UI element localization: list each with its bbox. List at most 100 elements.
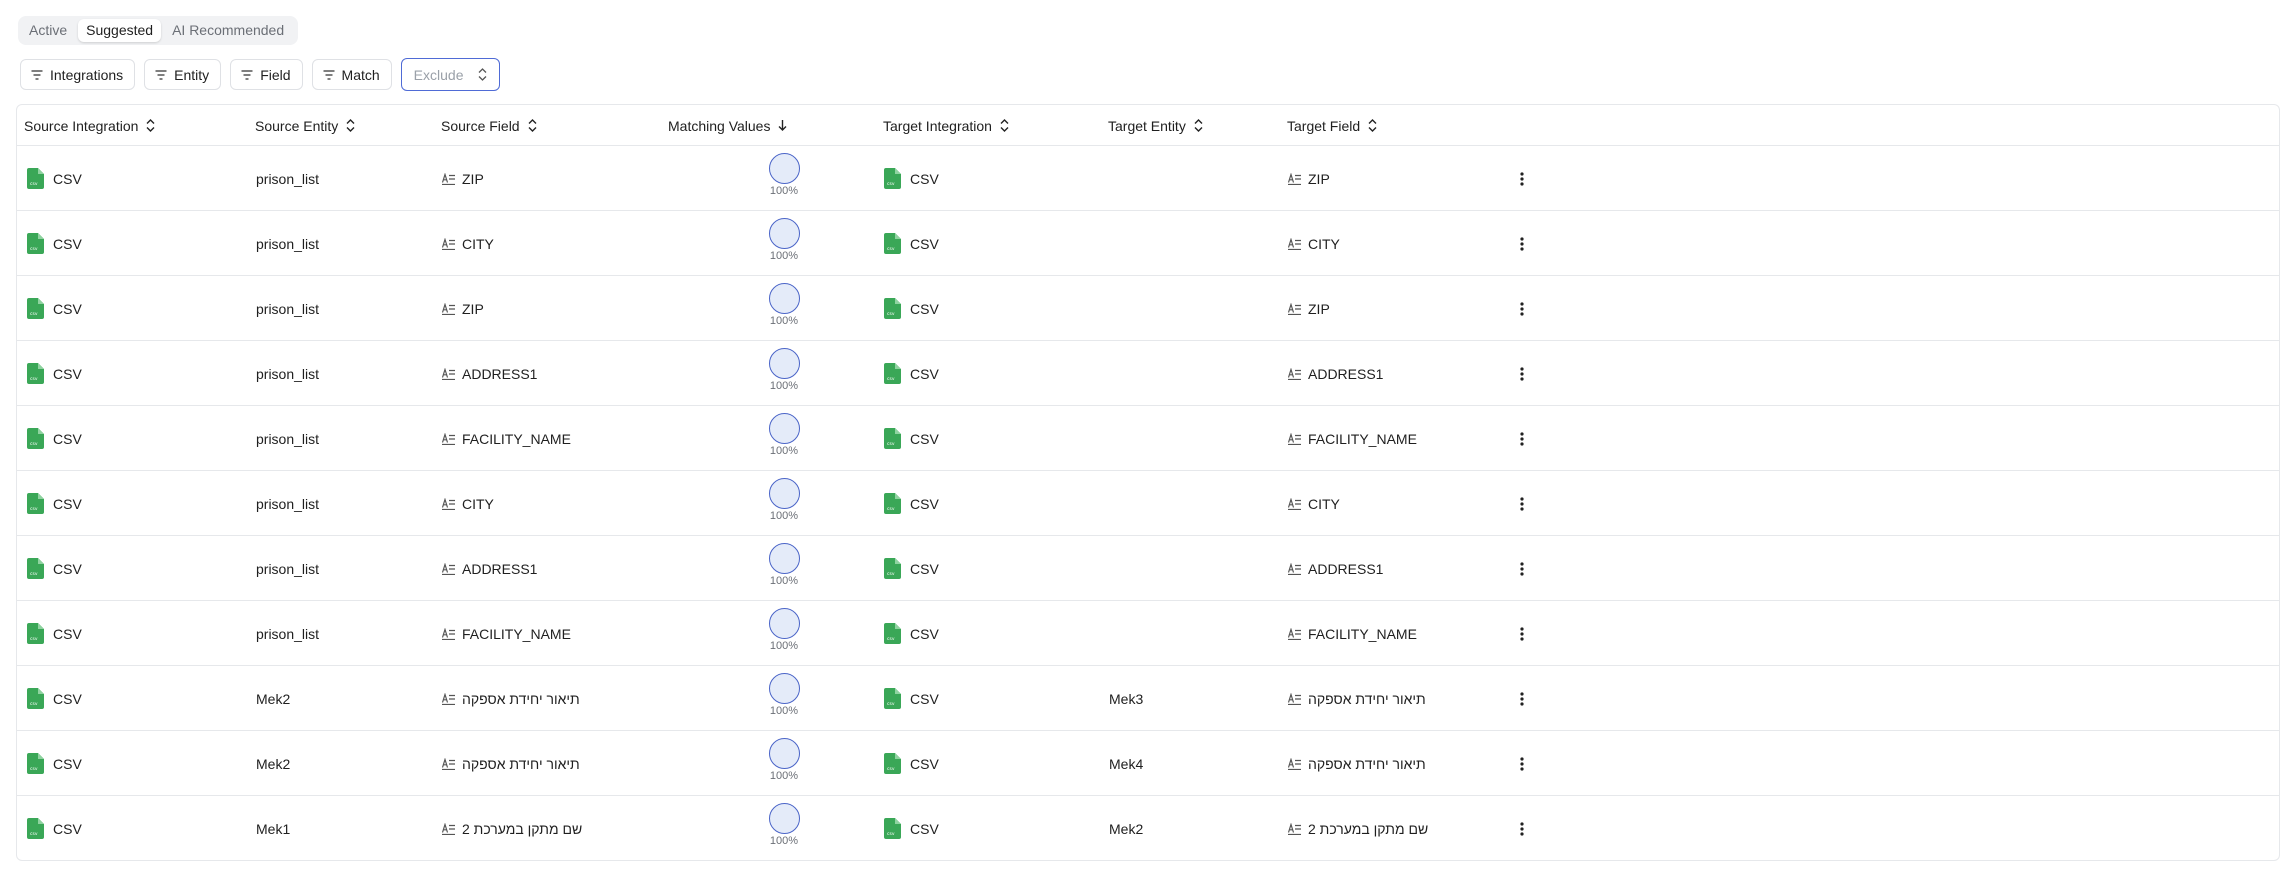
text-field-icon	[1288, 302, 1301, 315]
target-entity-label: Mek2	[1109, 820, 1144, 837]
source-integration-cell: csv CSV	[27, 601, 82, 666]
row-menu-button[interactable]	[1514, 471, 1530, 536]
source-field-label: FACILITY_NAME	[462, 625, 571, 642]
target-field-cell: ADDRESS1	[1288, 341, 1383, 406]
target-field-cell: תיאור יחידת אספקה	[1288, 666, 1426, 731]
target-field-label: ADDRESS1	[1308, 560, 1384, 577]
sort-icon	[1194, 119, 1203, 132]
text-field-icon	[442, 367, 455, 380]
source-field-cell: תיאור יחידת אספקה	[442, 731, 580, 796]
exclude-select[interactable]: Exclude	[400, 58, 500, 91]
target-entity-cell: Mek2	[1109, 796, 1144, 860]
filter-integrations-label: Integrations	[50, 66, 124, 83]
matching-values-indicator: 100%	[767, 348, 801, 392]
filter-integrations-button[interactable]: Integrations	[20, 59, 136, 90]
column-header-target-integration[interactable]: Target Integration	[883, 105, 1009, 146]
table-row[interactable]: csv CSV prison_list CITY 100% csv CSV CITY	[17, 471, 2279, 536]
table-row[interactable]: csv CSV prison_list ZIP 100% csv CSV ZIP	[17, 276, 2279, 341]
sort-icon	[528, 119, 537, 132]
matching-values-indicator: 100%	[767, 738, 801, 782]
text-field-icon	[442, 822, 455, 835]
target-integration-cell: csv CSV	[884, 341, 939, 406]
row-menu-button[interactable]	[1514, 731, 1530, 796]
filter-entity-button[interactable]: Entity	[144, 59, 222, 90]
column-header-target-entity[interactable]: Target Entity	[1108, 105, 1203, 146]
csv-file-icon: csv	[884, 233, 901, 254]
target-field-cell: ADDRESS1	[1288, 536, 1383, 601]
target-integration-label: CSV	[910, 690, 939, 707]
kebab-menu-icon	[1520, 301, 1524, 316]
source-entity-label: prison_list	[256, 560, 320, 577]
source-field-cell: ADDRESS1	[442, 341, 537, 406]
matching-values-indicator: 100%	[767, 543, 801, 587]
filter-field-button[interactable]: Field	[230, 59, 303, 90]
table-row[interactable]: csv CSV prison_list ADDRESS1 100% csv CSV ADDRE…	[17, 341, 2279, 406]
text-field-icon	[442, 627, 455, 640]
matching-values-indicator: 100%	[767, 283, 801, 327]
row-menu-button[interactable]	[1514, 146, 1530, 211]
source-field-cell: ZIP	[442, 276, 484, 341]
kebab-menu-icon	[1520, 821, 1524, 836]
column-header-target-field[interactable]: Target Field	[1287, 105, 1377, 146]
tab-active[interactable]: Active	[21, 19, 75, 42]
column-header-matching-values[interactable]: Matching Values	[668, 105, 787, 146]
source-integration-label: CSV	[53, 235, 82, 252]
tab-suggested[interactable]: Suggested	[78, 19, 162, 42]
table-row[interactable]: csv CSV prison_list ADDRESS1 100% csv CSV ADDRE…	[17, 536, 2279, 601]
column-header-source-field[interactable]: Source Field	[441, 105, 537, 146]
source-entity-cell: prison_list	[256, 471, 319, 536]
source-entity-cell: prison_list	[256, 211, 319, 276]
csv-file-icon: csv	[27, 623, 44, 644]
target-entity-cell: Mek4	[1109, 731, 1143, 796]
text-field-icon	[1288, 692, 1301, 705]
row-menu-button[interactable]	[1514, 666, 1530, 731]
row-menu-button[interactable]	[1514, 536, 1530, 601]
svg-text:csv: csv	[887, 767, 895, 772]
table-row[interactable]: csv CSV prison_list ZIP 100% csv CSV ZIP	[17, 146, 2279, 211]
filter-match-button[interactable]: Match	[311, 59, 392, 90]
filter-icon	[241, 69, 253, 80]
target-entity-label: Mek3	[1109, 690, 1144, 707]
row-menu-button[interactable]	[1514, 406, 1530, 471]
row-menu-button[interactable]	[1514, 601, 1530, 666]
row-menu-button[interactable]	[1514, 796, 1530, 860]
target-field-label: FACILITY_NAME	[1308, 430, 1417, 447]
match-percentage: 100%	[769, 250, 799, 262]
table-row[interactable]: csv CSV Mek2 תיאור יחידת אספקה 100% csv CSV Mek…	[17, 666, 2279, 731]
row-menu-button[interactable]	[1514, 341, 1530, 406]
row-menu-button[interactable]	[1514, 276, 1530, 341]
table-row[interactable]: csv CSV prison_list CITY 100% csv CSV CITY	[17, 211, 2279, 276]
row-menu-button[interactable]	[1514, 211, 1530, 276]
target-field-label: ZIP	[1308, 300, 1330, 317]
source-integration-label: CSV	[53, 300, 82, 317]
match-circle	[768, 738, 800, 769]
table-row[interactable]: csv CSV prison_list FACILITY_NAME 100% csv CSV…	[17, 601, 2279, 666]
target-field-cell: תיאור יחידת אספקה	[1288, 731, 1426, 796]
target-field-label: תיאור יחידת אספקה	[1308, 755, 1426, 772]
sort-icon	[346, 119, 355, 132]
source-entity-cell: prison_list	[256, 601, 319, 666]
tab-ai-recommended[interactable]: AI Recommended	[164, 19, 292, 42]
target-integration-cell: csv CSV	[884, 731, 939, 796]
match-percentage: 100%	[769, 445, 799, 457]
kebab-menu-icon	[1520, 431, 1524, 446]
column-header-source-entity[interactable]: Source Entity	[255, 105, 355, 146]
table-row[interactable]: csv CSV Mek2 תיאור יחידת אספקה 100% csv CSV Mek…	[17, 731, 2279, 796]
kebab-menu-icon	[1520, 691, 1524, 706]
sort-icon	[146, 119, 155, 132]
table-row[interactable]: csv CSV prison_list FACILITY_NAME 100% csv CSV…	[17, 406, 2279, 471]
source-entity-cell: Mek1	[256, 796, 290, 860]
svg-text:csv: csv	[887, 832, 895, 837]
column-header-source-integration[interactable]: Source Integration	[24, 105, 155, 146]
table-row[interactable]: csv CSV Mek1 שם מתקן במערכת 2 100% csv CSV Mek2…	[17, 796, 2279, 860]
target-integration-cell: csv CSV	[884, 146, 939, 211]
source-field-label: ADDRESS1	[462, 365, 538, 382]
target-integration-cell: csv CSV	[884, 666, 939, 731]
target-field-label: שם מתקן במערכת 2	[1308, 820, 1429, 837]
match-percentage: 100%	[769, 705, 799, 717]
source-field-cell: CITY	[442, 471, 494, 536]
match-percentage: 100%	[769, 640, 799, 652]
source-field-cell: ZIP	[442, 146, 484, 211]
target-field-label: FACILITY_NAME	[1308, 625, 1417, 642]
source-integration-cell: csv CSV	[27, 796, 82, 860]
